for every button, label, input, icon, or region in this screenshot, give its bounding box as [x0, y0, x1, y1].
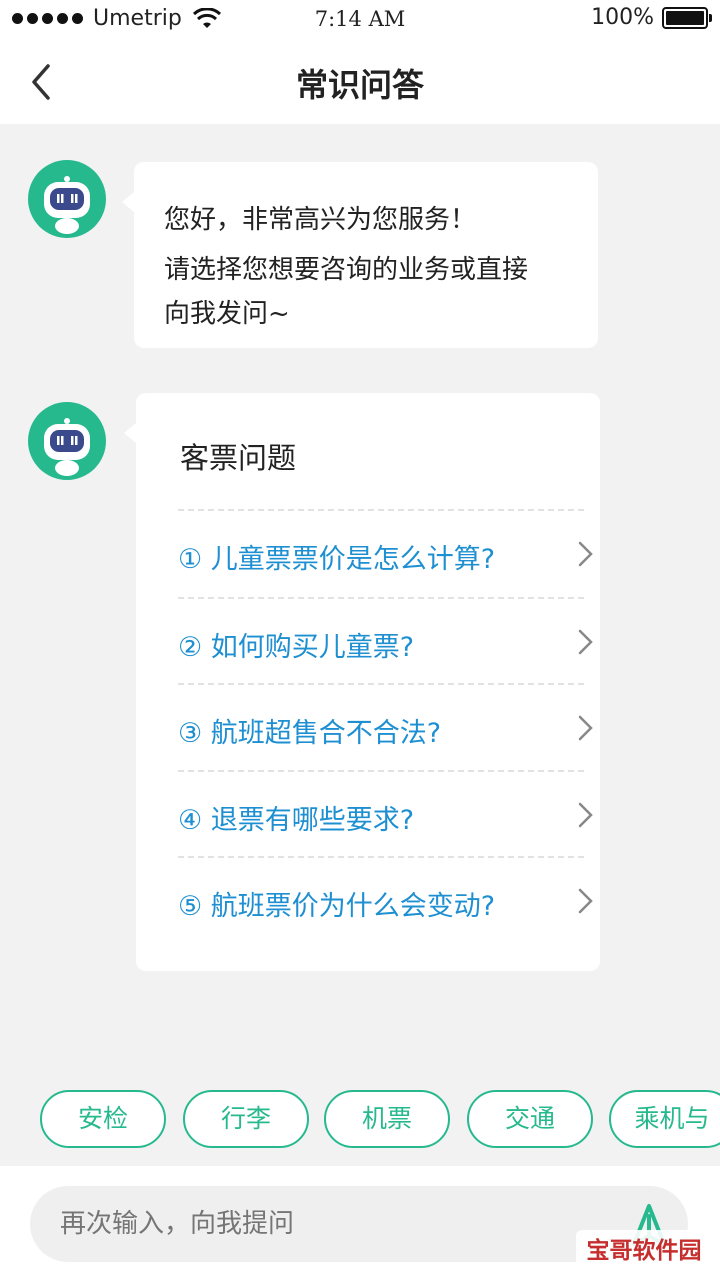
nav-bar: 常识问答 — [0, 40, 720, 124]
robot-avatar — [28, 402, 106, 480]
faq-question-text: ② 如何购买儿童票? — [178, 632, 415, 663]
faq-question-3[interactable]: ③ 航班超售合不合法? — [178, 683, 593, 769]
chip-security[interactable]: 安检 — [40, 1090, 166, 1148]
chevron-right-icon — [578, 802, 593, 828]
quick-topic-chips: 安检 行李 机票 交通 乘机与 — [40, 1090, 720, 1148]
greeting-prompt-line1: 请选择您想要咨询的业务或直接 — [164, 255, 529, 285]
greeting-text: 您好，非常高兴为您服务！ — [164, 205, 477, 235]
faq-question-text: ⑤ 航班票价为什么会变动? — [178, 891, 496, 922]
greeting-message: 您好，非常高兴为您服务！ 请选择您想要咨询的业务或直接 向我发问~ — [122, 162, 598, 348]
chevron-right-icon — [578, 888, 593, 914]
chevron-right-icon — [578, 629, 593, 655]
faq-question-4[interactable]: ④ 退票有哪些要求? — [178, 770, 593, 856]
faq-question-text: ① 儿童票票价是怎么计算? — [178, 544, 496, 575]
faq-question-1[interactable]: ① 儿童票票价是怎么计算? — [178, 509, 593, 595]
faq-card: 客票问题 ① 儿童票票价是怎么计算? ② 如何购买儿童票? ③ 航班超售合不合法… — [124, 393, 600, 971]
chevron-right-icon — [578, 541, 593, 567]
greeting-prompt-line2: 向我发问~ — [164, 299, 290, 329]
battery-icon — [662, 6, 712, 29]
page-title: 常识问答 — [295, 66, 424, 104]
chip-luggage[interactable]: 行李 — [183, 1090, 309, 1148]
robot-icon — [44, 176, 90, 234]
faq-question-2[interactable]: ② 如何购买儿童票? — [178, 597, 593, 683]
chip-ticket[interactable]: 机票 — [324, 1090, 450, 1148]
faq-section-title: 客票问题 — [180, 441, 297, 475]
faq-question-text: ④ 退票有哪些要求? — [178, 805, 415, 836]
chip-boarding[interactable]: 乘机与 — [609, 1090, 720, 1148]
chip-transport[interactable]: 交通 — [467, 1090, 593, 1148]
chevron-right-icon — [578, 715, 593, 741]
status-bar: Umetrip 7:14 AM 100% — [0, 0, 720, 40]
watermark: 宝哥软件园 — [576, 1230, 712, 1272]
faq-question-text: ③ 航班超售合不合法? — [178, 718, 442, 749]
robot-avatar — [28, 160, 106, 238]
robot-icon — [44, 418, 90, 476]
battery-percent: 100% — [591, 5, 654, 30]
status-bar-right: 100% — [591, 5, 712, 30]
faq-question-5[interactable]: ⑤ 航班票价为什么会变动? — [178, 856, 593, 942]
